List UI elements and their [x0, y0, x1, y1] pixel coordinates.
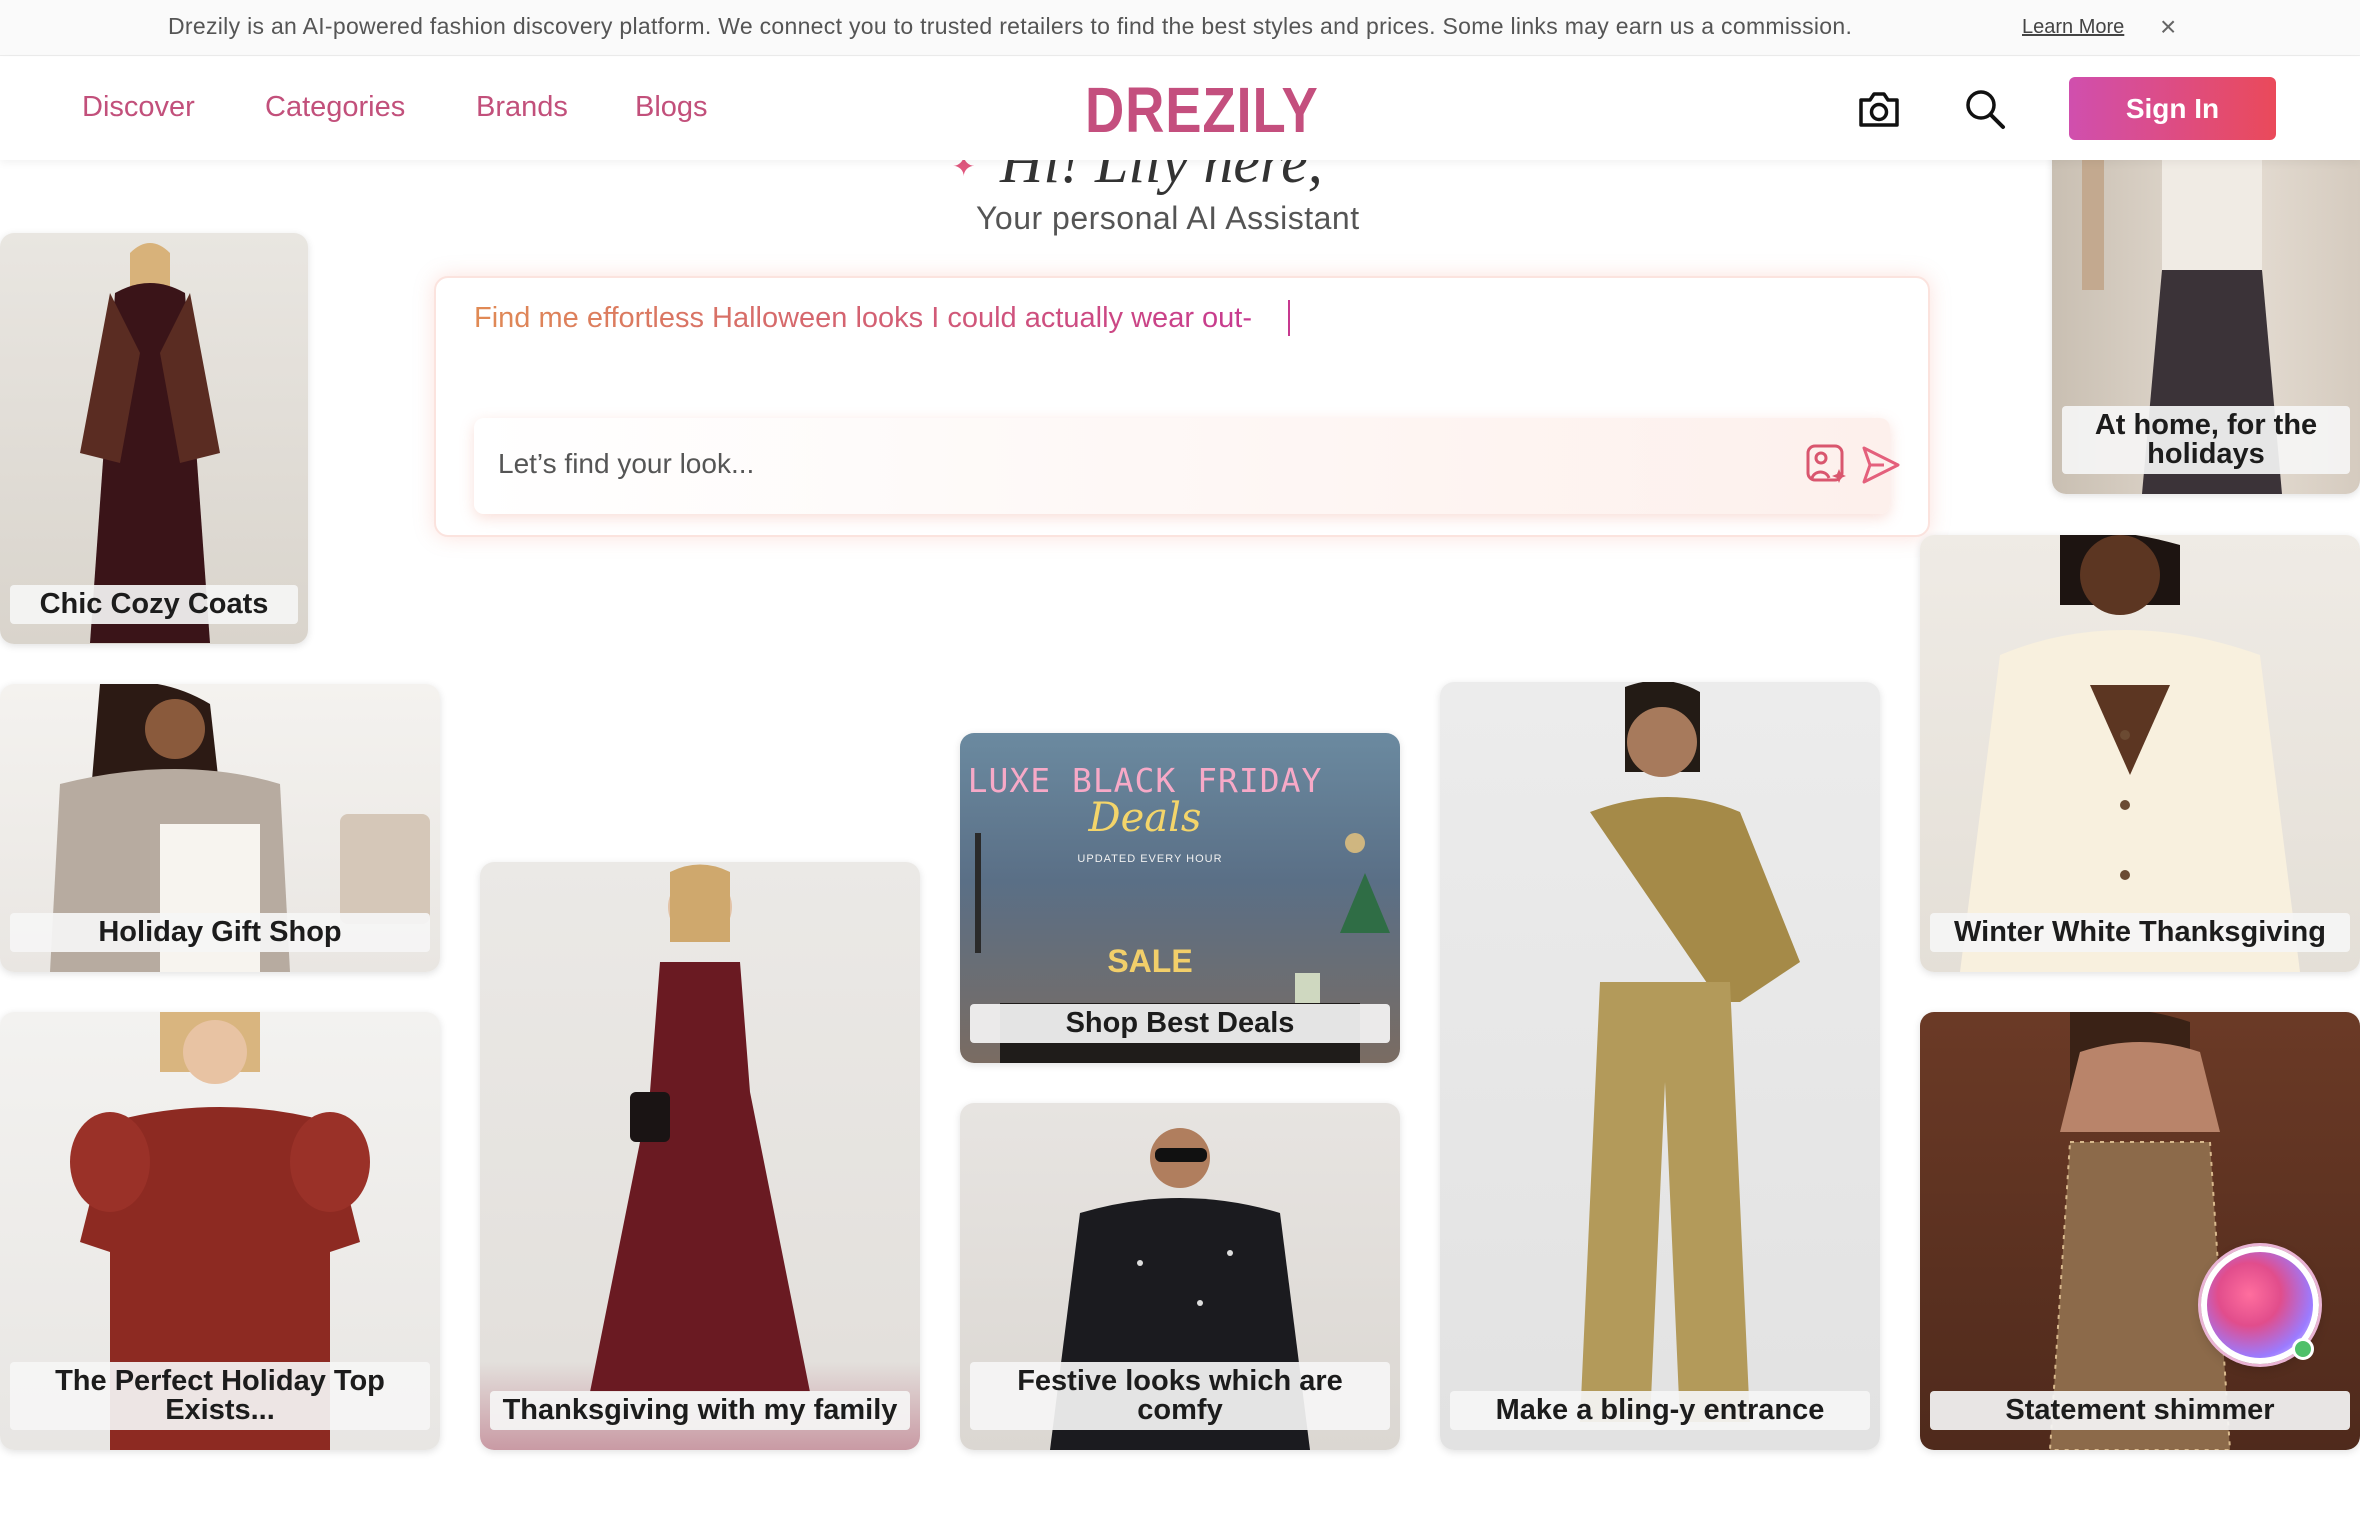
card-label: Chic Cozy Coats — [10, 585, 298, 624]
nav-categories[interactable]: Categories — [265, 91, 405, 124]
announcement-text: Drezily is an AI-powered fashion discove… — [168, 13, 1853, 39]
card-bling-entrance[interactable]: Make a bling-y entrance — [1440, 682, 1880, 1450]
text-caret — [1288, 300, 1290, 336]
logo[interactable]: DREZILY — [1085, 73, 1319, 147]
card-chic-cozy-coats[interactable]: Chic Cozy Coats — [0, 233, 308, 644]
card-label: Holiday Gift Shop — [10, 913, 430, 952]
model-figure — [1580, 682, 1800, 1422]
model-figure — [80, 243, 220, 643]
card-statement-shimmer[interactable]: Statement shimmer — [1920, 1012, 2360, 1450]
card-at-home-holidays[interactable]: At home, for the holidays — [2052, 150, 2360, 494]
look-search-input[interactable]: Let’s find your look... — [474, 418, 1900, 514]
search-placeholder: Let’s find your look... — [498, 448, 755, 479]
image-search-icon[interactable] — [1804, 442, 1850, 488]
model-figure — [590, 864, 810, 1392]
card-label: Statement shimmer — [1930, 1391, 2350, 1430]
announcement-bar: Drezily is an AI-powered fashion discove… — [0, 0, 2360, 56]
card-shop-best-deals[interactable]: LUXE BLACK FRIDAY Deals UPDATED EVERY HO… — [960, 733, 1400, 1063]
card-label: Festive looks which are comfy — [970, 1362, 1390, 1430]
send-icon[interactable] — [1858, 442, 1904, 488]
card-festive-comfy[interactable]: Festive looks which are comfy — [960, 1103, 1400, 1450]
online-status-dot — [2292, 1338, 2314, 1360]
card-photo — [480, 862, 920, 1450]
site-header: Discover Categories Brands Blogs DREZILY… — [0, 57, 2360, 160]
nav-brands[interactable]: Brands — [476, 91, 568, 124]
card-label: At home, for the holidays — [2062, 406, 2350, 474]
card-winter-white-thanksgiving[interactable]: Winter White Thanksgiving — [1920, 535, 2360, 972]
card-label: Make a bling-y entrance — [1450, 1391, 1870, 1430]
card-label: Shop Best Deals — [970, 1004, 1390, 1043]
typed-prompt: Find me effortless Halloween looks I cou… — [474, 302, 1253, 334]
card-label: Winter White Thanksgiving — [1930, 913, 2350, 952]
sign-in-button[interactable]: Sign In — [2069, 77, 2276, 140]
card-label: Thanksgiving with my family — [490, 1391, 910, 1430]
search-icon[interactable] — [1961, 85, 2009, 133]
close-icon[interactable]: × — [2160, 12, 2176, 42]
model-figure — [2048, 1012, 2232, 1450]
assistant-subtitle: Your personal AI Assistant — [976, 200, 1360, 236]
nav-discover[interactable]: Discover — [82, 91, 195, 124]
card-perfect-holiday-top[interactable]: The Perfect Holiday Top Exists... — [0, 1012, 440, 1450]
ai-chat-box: Find me effortless Halloween looks I cou… — [434, 276, 1930, 537]
learn-more-link[interactable]: Learn More — [2022, 16, 2124, 39]
card-photo — [1440, 682, 1880, 1450]
card-photo — [1920, 1012, 2360, 1450]
nav-blogs[interactable]: Blogs — [635, 91, 708, 124]
card-holiday-gift-shop[interactable]: Holiday Gift Shop — [0, 684, 440, 972]
card-thanksgiving-family[interactable]: Thanksgiving with my family — [480, 862, 920, 1450]
model-figure — [1960, 535, 2300, 972]
camera-icon[interactable] — [1855, 85, 1903, 133]
card-photo — [0, 233, 308, 644]
card-photo — [1920, 535, 2360, 972]
card-label: The Perfect Holiday Top Exists... — [10, 1362, 430, 1430]
